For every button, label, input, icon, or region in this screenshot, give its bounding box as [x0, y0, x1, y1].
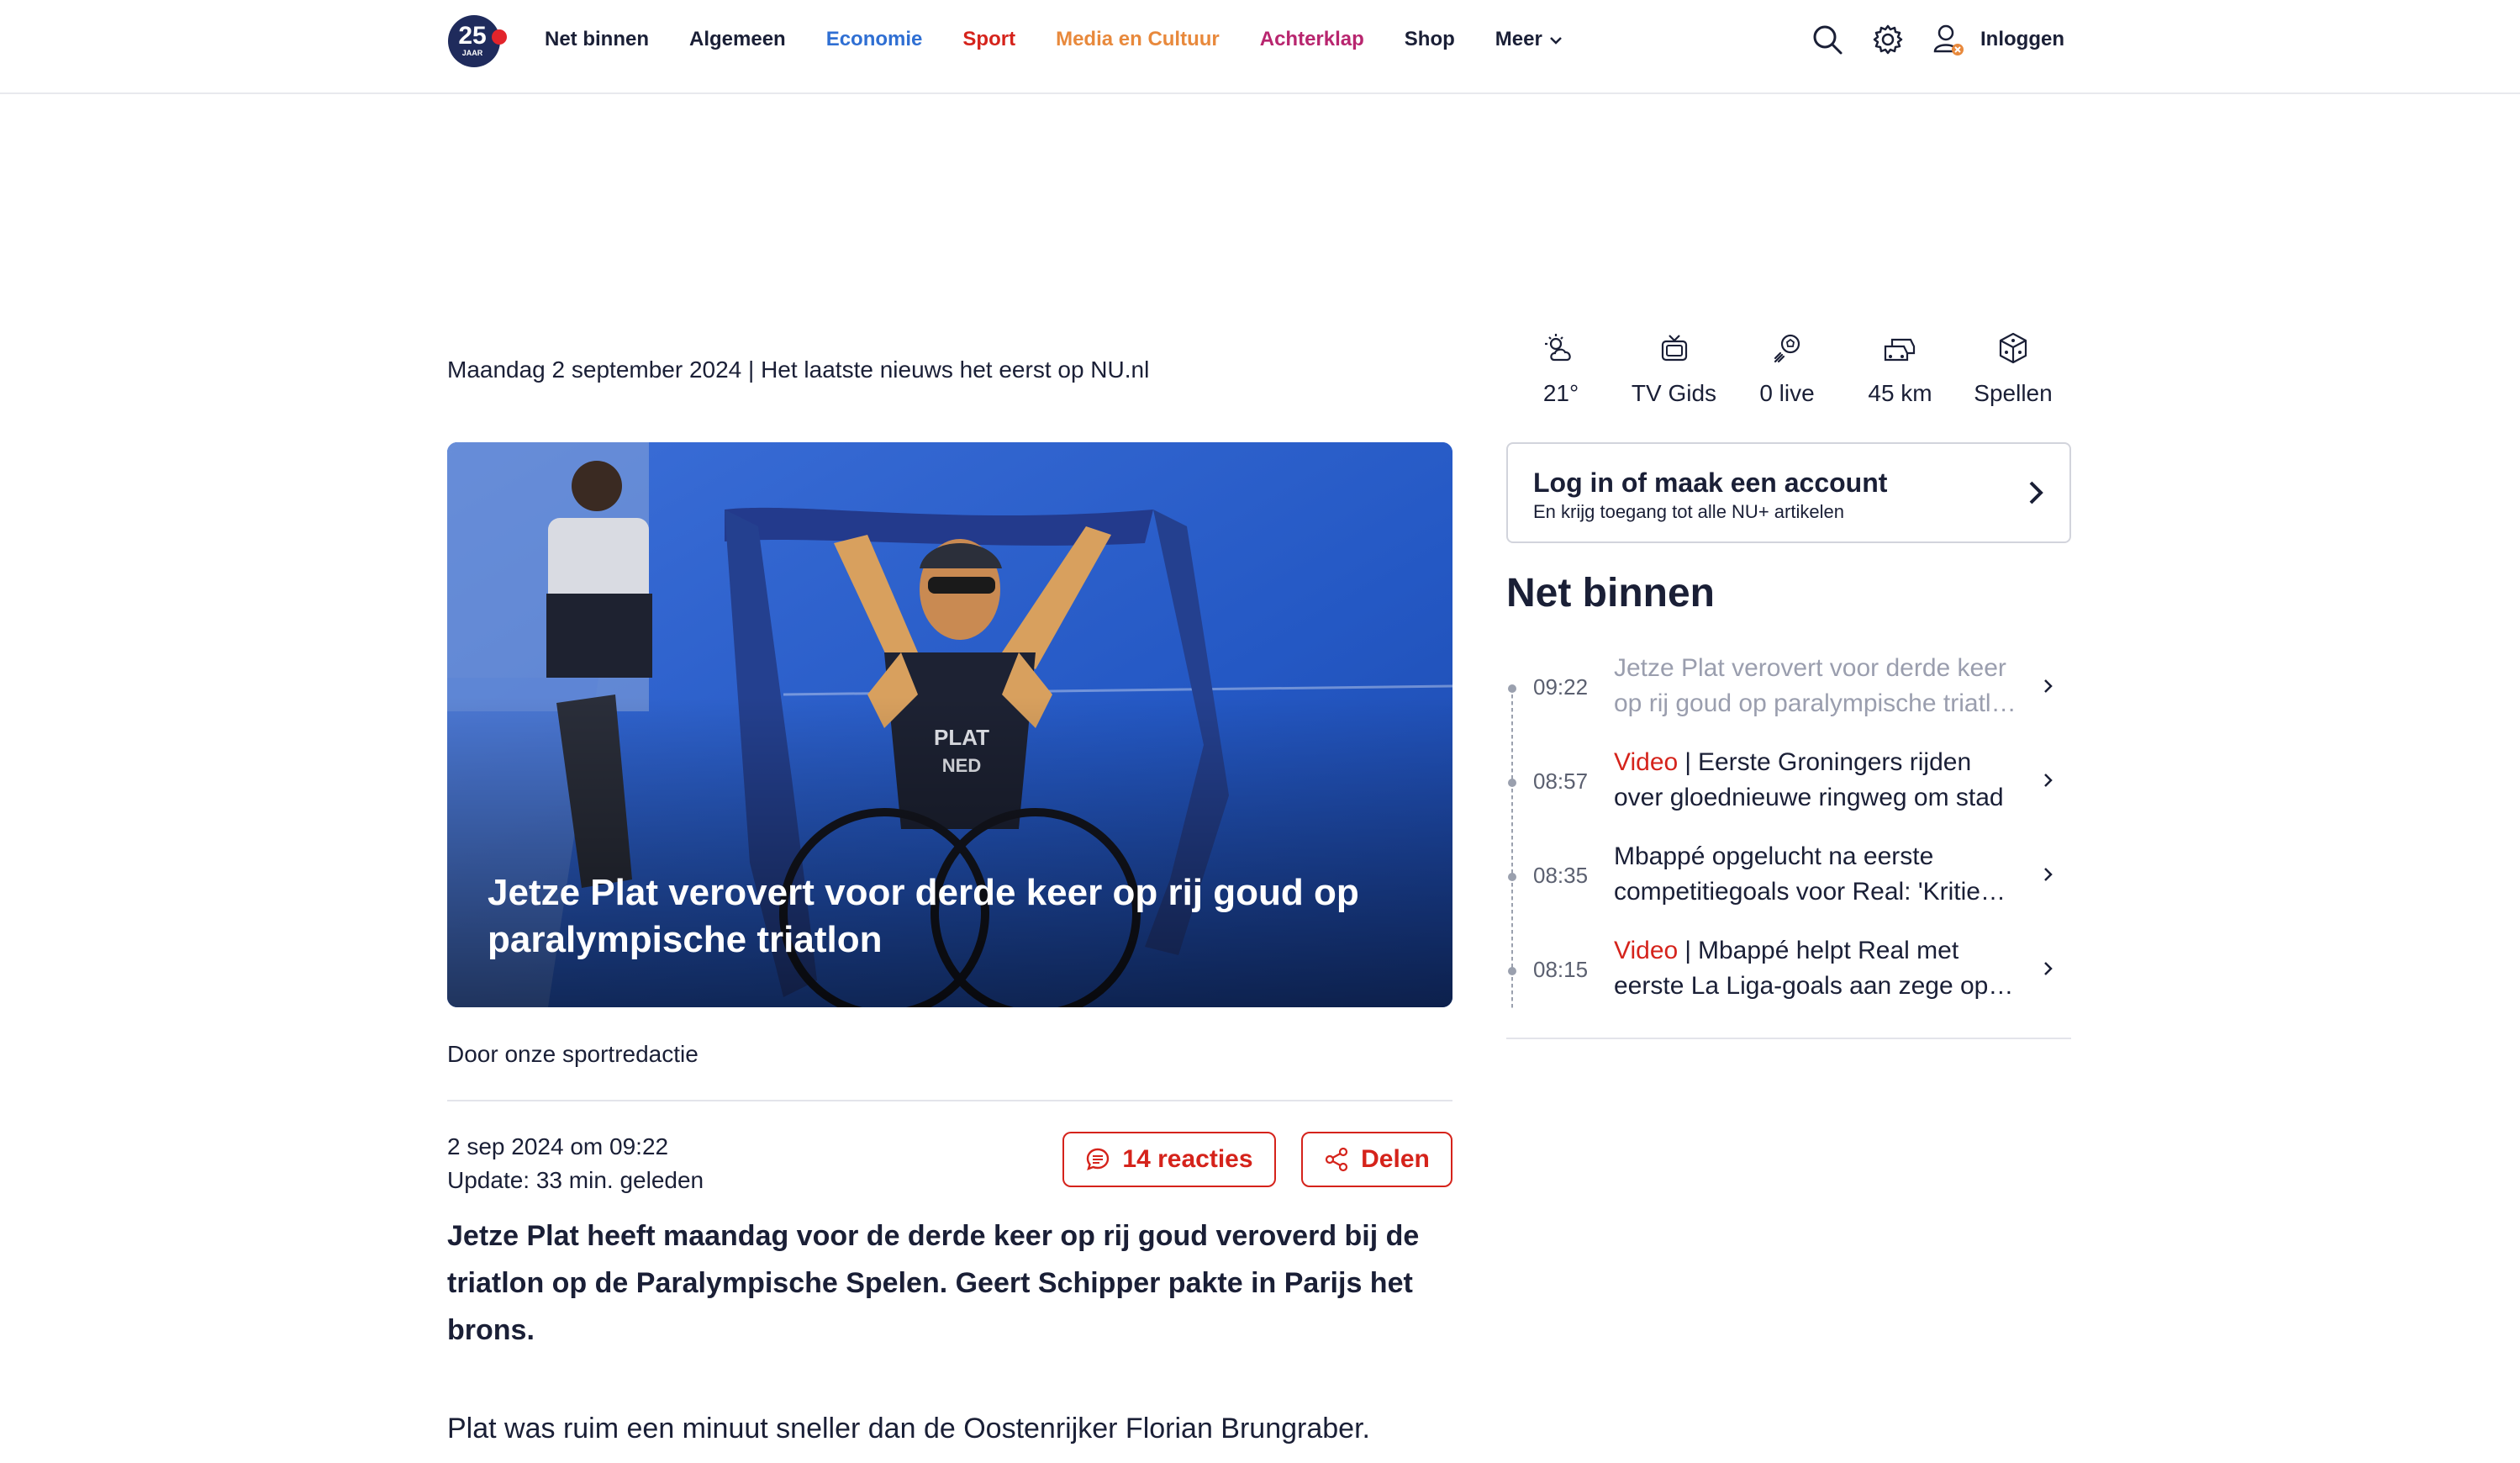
- chevron-right-icon: [2043, 770, 2054, 795]
- item-headline-text: Mbappé helpt Real met: [1697, 937, 1959, 964]
- article-lead: Jetze Plat heeft maandag voor de derde k…: [447, 1220, 1420, 1346]
- chevron-right-icon: [2043, 959, 2054, 983]
- login-link[interactable]: Inloggen: [1980, 28, 2064, 51]
- chevron-right-icon: [2027, 479, 2044, 510]
- update-time: Update: 33 min. geleden: [447, 1167, 704, 1193]
- publish-date: 2 sep 2024 om 09:22: [447, 1133, 669, 1159]
- share-icon: [1324, 1147, 1349, 1172]
- quicklink-weather[interactable]: 21°: [1505, 330, 1617, 420]
- chevron-down-icon: [1549, 28, 1563, 51]
- nav-media-en-cultuur[interactable]: Media en Cultuur: [1056, 28, 1220, 51]
- logo-sub: JAAR: [462, 49, 483, 57]
- nav-sport[interactable]: Sport: [962, 28, 1015, 51]
- item-headline-line1: Mbappé opgelucht na eerste: [1614, 842, 1934, 870]
- tag-separator: |: [1684, 748, 1691, 776]
- share-label: Delen: [1361, 1145, 1430, 1173]
- reactions-label: 14 reacties: [1122, 1145, 1253, 1173]
- quicklink-tv-gids[interactable]: TV Gids: [1618, 330, 1731, 420]
- nav-meer-label: Meer: [1495, 28, 1542, 50]
- nu-logo[interactable]: 25 JAAR: [447, 13, 508, 69]
- nav-economie[interactable]: Economie: [826, 28, 923, 51]
- hero-title[interactable]: Jetze Plat verovert voor derde keer op r…: [488, 869, 1412, 964]
- main-nav: Net binnen Algemeen Economie Sport Media…: [545, 0, 1603, 79]
- net-binnen-item[interactable]: 08:57 Video | Eerste Groningers rijden ove…: [1506, 745, 2071, 821]
- top-header: 25 JAAR Net binnen Algemeen Economie Spo…: [0, 0, 2520, 94]
- net-binnen-title: Net binnen: [1506, 571, 1715, 615]
- header-actions: Inloggen: [1784, 0, 2064, 79]
- weather-icon: [1542, 330, 1579, 367]
- timeline-dot: [1508, 967, 1516, 975]
- dice-icon: [1995, 330, 2032, 367]
- quicklink-traffic[interactable]: 45 km: [1844, 330, 1957, 420]
- item-headline: Mbappé opgelucht na eerste competitiegoa…: [1614, 839, 2017, 910]
- video-tag: Video: [1614, 748, 1679, 776]
- article-body-paragraph: Plat was ruim een minuut sneller dan de …: [447, 1413, 1370, 1445]
- quick-links: 21° TV Gids 0 live 45 km Spellen: [1505, 330, 2069, 420]
- account-card-subtitle: En krijg toegang tot alle NU+ artikelen: [1533, 501, 1844, 522]
- dateline: Maandag 2 september 2024 | Het laatste n…: [447, 357, 1150, 383]
- net-binnen-item[interactable]: 08:15 Video | Mbappé helpt Real met eerste…: [1506, 933, 2071, 1009]
- item-headline-line1: Video | Eerste Groningers rijden: [1614, 745, 2017, 780]
- nav-shop[interactable]: Shop: [1405, 28, 1455, 51]
- item-time: 09:22: [1533, 674, 1589, 700]
- item-headline-text: Eerste Groningers rijden: [1697, 748, 1972, 776]
- chevron-right-icon: [2043, 864, 2054, 889]
- item-headline-line2: eerste La Liga-goals aan zege op…: [1614, 972, 2014, 1000]
- item-time: 08:15: [1533, 957, 1589, 982]
- net-binnen-item[interactable]: 08:35 Mbappé opgelucht na eerste competi…: [1506, 839, 2071, 915]
- live-ball-icon: [1769, 330, 1806, 367]
- tv-icon: [1656, 330, 1693, 367]
- item-time: 08:35: [1533, 863, 1589, 888]
- item-headline-line1: Video | Mbappé helpt Real met: [1614, 933, 2017, 969]
- weather-label: 21°: [1542, 380, 1579, 406]
- hero-image-card[interactable]: PLAT NED Jetze Plat verovert voor derde …: [447, 442, 1452, 1007]
- share-button[interactable]: Delen: [1301, 1132, 1452, 1187]
- comment-icon: [1085, 1147, 1110, 1172]
- logo-number: 25: [458, 22, 486, 50]
- traffic-icon: [1882, 330, 1919, 367]
- nav-net-binnen[interactable]: Net binnen: [545, 28, 649, 51]
- net-binnen-divider: [1506, 1038, 2071, 1039]
- spellen-label: Spellen: [1974, 380, 2053, 406]
- byline: Door onze sportredactie: [447, 1041, 699, 1067]
- live-label: 0 live: [1759, 380, 1815, 406]
- tv-gids-label: TV Gids: [1631, 380, 1717, 406]
- net-binnen-item[interactable]: 09:22 Jetze Plat verovert voor derde kee…: [1506, 651, 2071, 726]
- item-headline-line1: Jetze Plat verovert voor derde keer: [1614, 654, 2006, 682]
- item-headline: Jetze Plat verovert voor derde keer op r…: [1614, 651, 2017, 721]
- divider: [447, 1100, 1452, 1101]
- item-time: 08:57: [1533, 768, 1589, 794]
- item-headline-line2: over gloednieuwe ringweg om stad: [1614, 784, 2004, 811]
- reactions-button[interactable]: 14 reacties: [1062, 1132, 1276, 1187]
- quicklink-spellen[interactable]: Spellen: [1957, 330, 2069, 420]
- chevron-right-icon: [2043, 676, 2054, 700]
- search-icon[interactable]: [1811, 23, 1844, 56]
- login-account-card[interactable]: Log in of maak een account En krijg toeg…: [1506, 442, 2071, 543]
- quicklink-live[interactable]: 0 live: [1731, 330, 1843, 420]
- account-card-title: Log in of maak een account: [1533, 467, 1888, 498]
- video-tag: Video: [1614, 937, 1679, 964]
- nav-algemeen[interactable]: Algemeen: [689, 28, 786, 51]
- item-headline-line2: competitiegoals voor Real: 'Kritiek…: [1614, 878, 2017, 906]
- nav-achterklap[interactable]: Achterklap: [1260, 28, 1364, 51]
- user-icon[interactable]: [1932, 23, 1965, 56]
- timeline-dot: [1508, 779, 1516, 787]
- nav-meer[interactable]: Meer: [1495, 28, 1563, 51]
- item-headline: Video | Mbappé helpt Real met eerste La Li…: [1614, 933, 2017, 1004]
- timeline-dot: [1508, 684, 1516, 693]
- item-headline-line2: op rij goud op paralympische triatlon: [1614, 689, 2017, 717]
- gear-icon[interactable]: [1871, 23, 1905, 56]
- tag-separator: |: [1684, 937, 1691, 964]
- item-headline: Video | Eerste Groningers rijden over gloe…: [1614, 745, 2017, 816]
- traffic-label: 45 km: [1868, 380, 1932, 406]
- publish-info: 2 sep 2024 om 09:22 Update: 33 min. gele…: [447, 1130, 704, 1197]
- timeline-dot: [1508, 873, 1516, 881]
